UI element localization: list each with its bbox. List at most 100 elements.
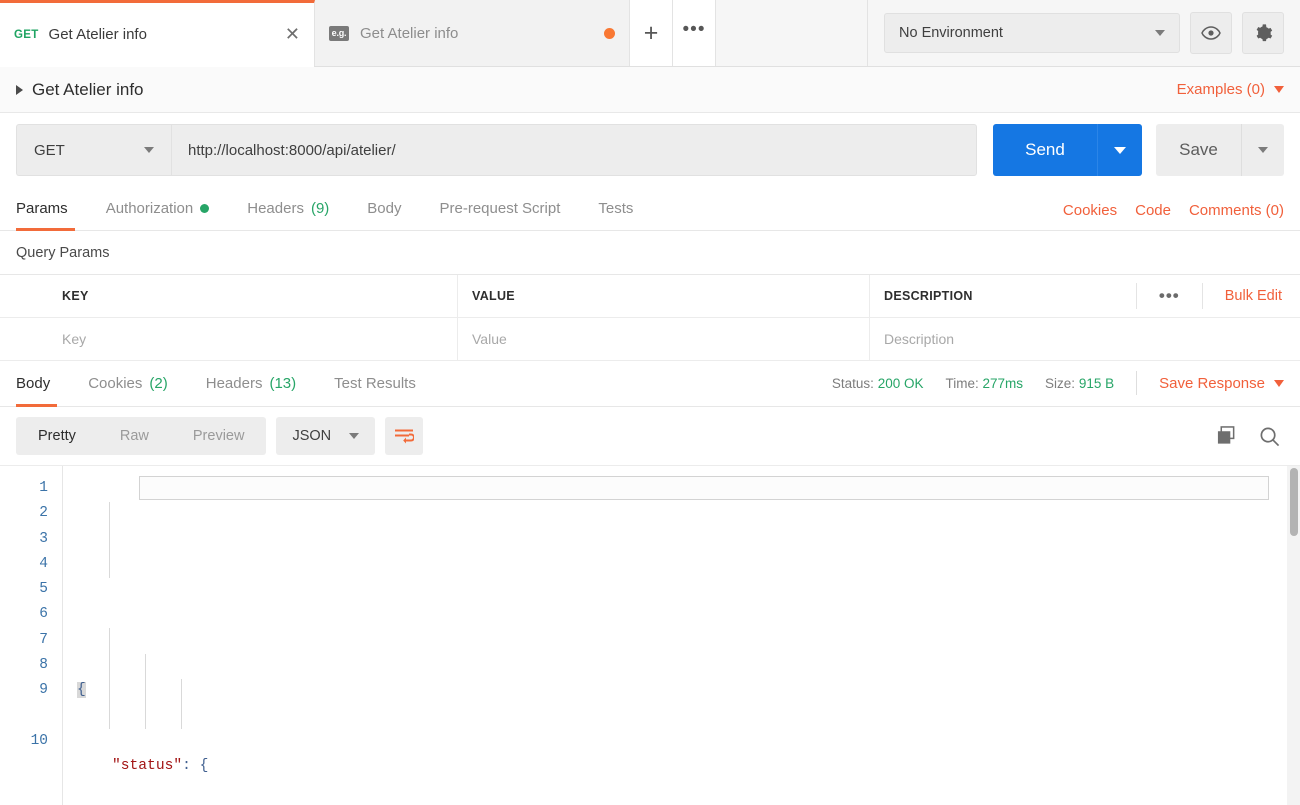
row-checkbox-cell[interactable] [0,318,48,360]
chevron-down-icon [1274,380,1284,387]
request-tab-2[interactable]: e.g. Get Atelier info [315,0,630,66]
save-response-label: Save Response [1159,375,1265,392]
search-button[interactable] [1259,426,1280,447]
close-icon[interactable]: ✕ [285,26,300,44]
request-name-bar: Get Atelier info Examples (0) [0,67,1300,113]
chevron-right-icon[interactable] [16,85,23,95]
tab-label: Body [367,200,401,217]
tab-response-cookies[interactable]: Cookies (2) [69,361,187,406]
tab-authorization[interactable]: Authorization [87,187,229,230]
response-tabs-list: Body Cookies (2) Headers (13) Test Resul… [16,361,832,406]
chevron-down-icon [1155,30,1165,36]
response-section-tabs: Body Cookies (2) Headers (13) Test Resul… [0,361,1300,407]
time-label: Time: [945,376,978,391]
param-key-input[interactable]: Key [48,318,458,360]
scrollbar-thumb[interactable] [1290,468,1298,536]
environment-selector[interactable]: No Environment [884,13,1180,53]
status-label: Status: [832,376,874,391]
tab-label: Authorization [106,200,194,217]
settings-button[interactable] [1242,12,1284,54]
tab-label: Headers [206,375,263,392]
column-header-value: VALUE [458,275,870,317]
copy-button[interactable] [1216,426,1237,446]
body-format-select[interactable]: JSON [276,417,375,455]
tab-count: (9) [311,200,329,217]
code-link[interactable]: Code [1135,202,1171,219]
save-options-button[interactable] [1241,124,1284,176]
environment-label: No Environment [899,25,1155,41]
response-body-editor[interactable]: 1 2 3 4 5 6 7 8 9 10 { "status": { "erro… [0,465,1300,805]
chevron-down-icon [144,147,154,153]
copy-icon [1216,426,1237,446]
examples-dropdown[interactable]: Examples (0) [1177,81,1284,98]
code-line-1: { [77,678,1300,703]
tab-pre-request-script[interactable]: Pre-request Script [421,187,580,230]
save-response-button[interactable]: Save Response [1159,375,1284,392]
authorization-status-dot-icon [200,204,209,213]
line-number: 4 [0,552,48,577]
size-label: Size: [1045,376,1075,391]
tab-count: (2) [149,375,167,392]
tab-bar: GET Get Atelier info ✕ e.g. Get Atelier … [0,0,1300,67]
body-format-label: JSON [292,428,331,444]
table-options-button[interactable]: ••• [1136,283,1203,309]
size-badge: Size: 915 B [1045,376,1114,391]
tab-label: Params [16,200,68,217]
code-token: "status" [112,758,182,774]
url-input[interactable]: http://localhost:8000/api/atelier/ [171,124,977,176]
bulk-edit-button[interactable]: Bulk Edit [1203,288,1300,304]
request-name-group[interactable]: Get Atelier info [16,80,1177,100]
view-pretty-button[interactable]: Pretty [16,417,98,455]
column-header-description: DESCRIPTION ••• Bulk Edit [870,275,1300,317]
header-checkbox-cell [0,275,48,317]
tab-tests[interactable]: Tests [579,187,652,230]
save-button[interactable]: Save [1156,124,1241,176]
word-wrap-button[interactable] [385,417,423,455]
line-number: 2 [0,501,48,526]
environment-quick-look-button[interactable] [1190,12,1232,54]
tab-response-body[interactable]: Body [16,361,69,406]
status-value: 200 OK [878,376,924,391]
chevron-down-icon [1114,147,1126,154]
line-number: 8 [0,653,48,678]
tab-label: Test Results [334,375,416,392]
tab-overflow-button[interactable]: ••• [673,0,716,66]
send-options-button[interactable] [1097,124,1142,176]
request-tab-1[interactable]: GET Get Atelier info ✕ [0,0,315,66]
send-button[interactable]: Send [993,124,1097,176]
param-description-input[interactable]: Description [870,318,1300,360]
json-code-content[interactable]: { "status": { "errors": [], "summary": "… [63,466,1300,805]
tab-response-headers[interactable]: Headers (13) [187,361,315,406]
chevron-down-icon [1258,147,1268,153]
chevron-down-icon [349,433,359,439]
tab-title: Get Atelier info [360,25,594,42]
tab-body[interactable]: Body [348,187,420,230]
line-number: 10 [0,729,48,754]
body-toolbar-actions [1216,426,1284,447]
comments-link[interactable]: Comments (0) [1189,202,1284,219]
http-method-label: GET [34,142,144,159]
table-header-row: KEY VALUE DESCRIPTION ••• Bulk Edit [0,275,1300,318]
query-params-table: KEY VALUE DESCRIPTION ••• Bulk Edit Key … [0,274,1300,361]
examples-label: Examples (0) [1177,81,1265,98]
tab-headers[interactable]: Headers (9) [228,187,348,230]
tab-params[interactable]: Params [16,187,87,230]
page-title: Get Atelier info [32,80,144,100]
param-value-input[interactable]: Value [458,318,870,360]
active-line-highlight [139,476,1269,500]
http-method-select[interactable]: GET [16,124,171,176]
cookies-link[interactable]: Cookies [1063,202,1117,219]
request-utility-links: Cookies Code Comments (0) [1063,202,1284,230]
tab-label: Tests [598,200,633,217]
tab-count: (13) [269,375,296,392]
line-number: 6 [0,602,48,627]
view-preview-button[interactable]: Preview [171,417,267,455]
example-badge-icon: e.g. [329,26,349,41]
tab-test-results[interactable]: Test Results [315,361,435,406]
search-icon [1259,426,1280,447]
environment-area: No Environment [868,0,1300,66]
new-tab-button[interactable]: + [630,0,673,66]
request-tabs-strip: GET Get Atelier info ✕ e.g. Get Atelier … [0,0,716,66]
vertical-scrollbar[interactable] [1287,466,1300,805]
view-raw-button[interactable]: Raw [98,417,171,455]
